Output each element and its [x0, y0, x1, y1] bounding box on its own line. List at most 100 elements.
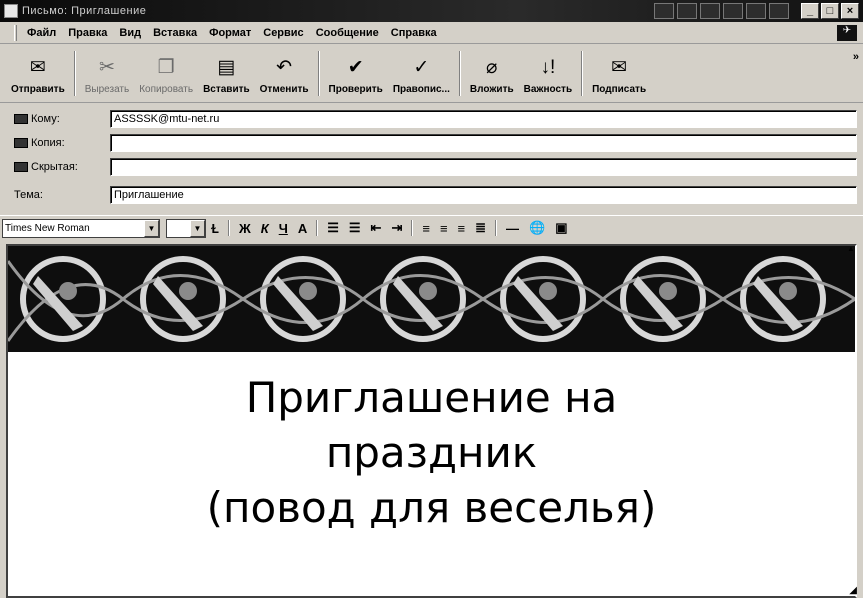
- copy-label: Копировать: [139, 84, 194, 95]
- menu-edit[interactable]: Правка: [64, 25, 115, 41]
- align-center-icon[interactable]: ≡: [435, 221, 453, 236]
- chevron-down-icon[interactable]: ▼: [190, 219, 205, 237]
- message-line: Приглашение на: [245, 373, 618, 422]
- to-button[interactable]: Кому:: [0, 113, 110, 125]
- sign-button[interactable]: ✉ Подписать: [587, 45, 651, 102]
- tray-icon[interactable]: [700, 3, 720, 19]
- insert-picture-icon[interactable]: ▣: [550, 220, 572, 236]
- attach-label: Вложить: [469, 84, 514, 95]
- check-names-icon: ✔: [347, 57, 364, 78]
- main-toolbar: ✉ Отправить ✂ Вырезать ❐ Копировать ▤ Вс…: [0, 45, 863, 103]
- to-label: Кому:: [31, 113, 60, 125]
- tray-icon[interactable]: [769, 3, 789, 19]
- address-book-icon: [14, 114, 28, 124]
- toolbar-separator: [581, 51, 584, 96]
- spelling-button[interactable]: ✓ Правопис...: [388, 45, 455, 102]
- resize-grip-icon[interactable]: ◢: [849, 585, 857, 596]
- to-row: Кому: ASSSSK@mtu-net.ru: [0, 108, 863, 130]
- mail-app-icon: [4, 4, 18, 18]
- sign-label: Подписать: [592, 84, 647, 95]
- bold-icon[interactable]: Ж: [234, 221, 256, 236]
- copy-icon: ❐: [157, 57, 175, 78]
- scroll-up-arrow-icon[interactable]: ▲: [845, 244, 857, 256]
- message-line: (повод для веселья): [206, 483, 657, 532]
- clipboard-icon: ▤: [217, 57, 236, 78]
- close-button[interactable]: ×: [841, 3, 859, 19]
- subject-label: Тема:: [14, 189, 43, 201]
- subject-field[interactable]: Приглашение: [110, 186, 857, 204]
- address-book-icon: [14, 162, 28, 172]
- undo-icon: ↶: [276, 57, 293, 78]
- to-field[interactable]: ASSSSK@mtu-net.ru: [110, 110, 857, 128]
- activity-icon: ✈: [837, 25, 857, 41]
- menu-file[interactable]: Файл: [23, 25, 64, 41]
- decorative-border-image: [8, 246, 855, 352]
- attach-button[interactable]: ⌀ Вложить: [465, 45, 519, 102]
- tray-icon[interactable]: [723, 3, 743, 19]
- font-color-icon[interactable]: A: [293, 221, 312, 236]
- align-right-icon[interactable]: ≡: [453, 221, 471, 236]
- message-body[interactable]: Приглашение на праздник (повод для весел…: [6, 244, 857, 598]
- window-title: Письмо: Приглашение: [22, 5, 147, 17]
- message-text[interactable]: Приглашение на праздник (повод для весел…: [8, 370, 855, 535]
- bullet-list-icon[interactable]: ☰: [344, 220, 366, 236]
- tray-icon[interactable]: [654, 3, 674, 19]
- decrease-indent-icon[interactable]: ⇤: [366, 220, 387, 236]
- undo-button[interactable]: ↶ Отменить: [255, 45, 314, 102]
- menu-view[interactable]: Вид: [115, 25, 149, 41]
- menu-grip[interactable]: [14, 24, 17, 41]
- sign-icon: ✉: [611, 57, 628, 78]
- hyperlink-icon[interactable]: 🌐: [524, 220, 550, 236]
- align-left-icon[interactable]: ≡: [417, 221, 435, 236]
- minimize-button[interactable]: _: [801, 3, 819, 19]
- formatting-toolbar: Times New Roman ▼ ▼ Ɫ Ж К Ч A ☰ ☰ ⇤ ⇥ ≡ …: [0, 215, 863, 240]
- maximize-button[interactable]: □: [821, 3, 839, 19]
- check-names-button[interactable]: ✔ Проверить: [324, 45, 388, 102]
- menu-message[interactable]: Сообщение: [312, 25, 387, 41]
- menu-help[interactable]: Справка: [387, 25, 445, 41]
- bcc-button[interactable]: Скрытая:: [0, 161, 110, 173]
- toolbar-separator: [458, 51, 461, 96]
- paragraph-style-icon[interactable]: Ɫ: [206, 221, 224, 236]
- justify-icon[interactable]: ≣: [470, 220, 491, 236]
- increase-indent-icon[interactable]: ⇥: [386, 220, 407, 236]
- priority-button[interactable]: ↓! Важность: [519, 45, 578, 102]
- horizontal-line-icon[interactable]: —: [501, 221, 524, 236]
- priority-icon: ↓!: [540, 57, 556, 78]
- bcc-field[interactable]: [110, 158, 857, 176]
- tray-icon[interactable]: [746, 3, 766, 19]
- copy-button[interactable]: ❐ Копировать: [134, 45, 198, 102]
- menu-format[interactable]: Формат: [205, 25, 259, 41]
- menu-bar: Файл Правка Вид Вставка Формат Сервис Со…: [0, 22, 863, 44]
- format-separator: [495, 220, 498, 236]
- font-size-select[interactable]: ▼: [166, 218, 206, 238]
- tray-icon[interactable]: [677, 3, 697, 19]
- menu-insert[interactable]: Вставка: [149, 25, 205, 41]
- priority-label: Важность: [523, 84, 573, 95]
- paste-button[interactable]: ▤ Вставить: [198, 45, 255, 102]
- toolbar-separator: [73, 51, 76, 96]
- bcc-label: Скрытая:: [31, 161, 78, 173]
- paste-label: Вставить: [203, 84, 250, 95]
- numbered-list-icon[interactable]: ☰: [322, 220, 344, 236]
- undo-label: Отменить: [259, 84, 309, 95]
- underline-icon[interactable]: Ч: [274, 221, 293, 236]
- menu-tools[interactable]: Сервис: [259, 25, 311, 41]
- send-icon: ✉: [29, 57, 46, 78]
- font-name-select[interactable]: Times New Roman ▼: [2, 218, 160, 238]
- cc-field[interactable]: [110, 134, 857, 152]
- message-line: праздник: [325, 428, 538, 477]
- tray-icons: [654, 3, 789, 19]
- cut-button[interactable]: ✂ Вырезать: [80, 45, 134, 102]
- paperclip-icon: ⌀: [486, 57, 498, 78]
- address-book-icon: [14, 138, 28, 148]
- send-button[interactable]: ✉ Отправить: [6, 45, 70, 102]
- chevron-down-icon[interactable]: ▼: [144, 219, 159, 237]
- cc-label: Копия:: [31, 137, 65, 149]
- cc-button[interactable]: Копия:: [0, 137, 110, 149]
- format-separator: [227, 220, 230, 236]
- toolbar-overflow-icon[interactable]: »: [853, 51, 859, 63]
- italic-icon[interactable]: К: [256, 221, 274, 236]
- scissors-icon: ✂: [99, 57, 115, 78]
- toolbar-separator: [317, 51, 320, 96]
